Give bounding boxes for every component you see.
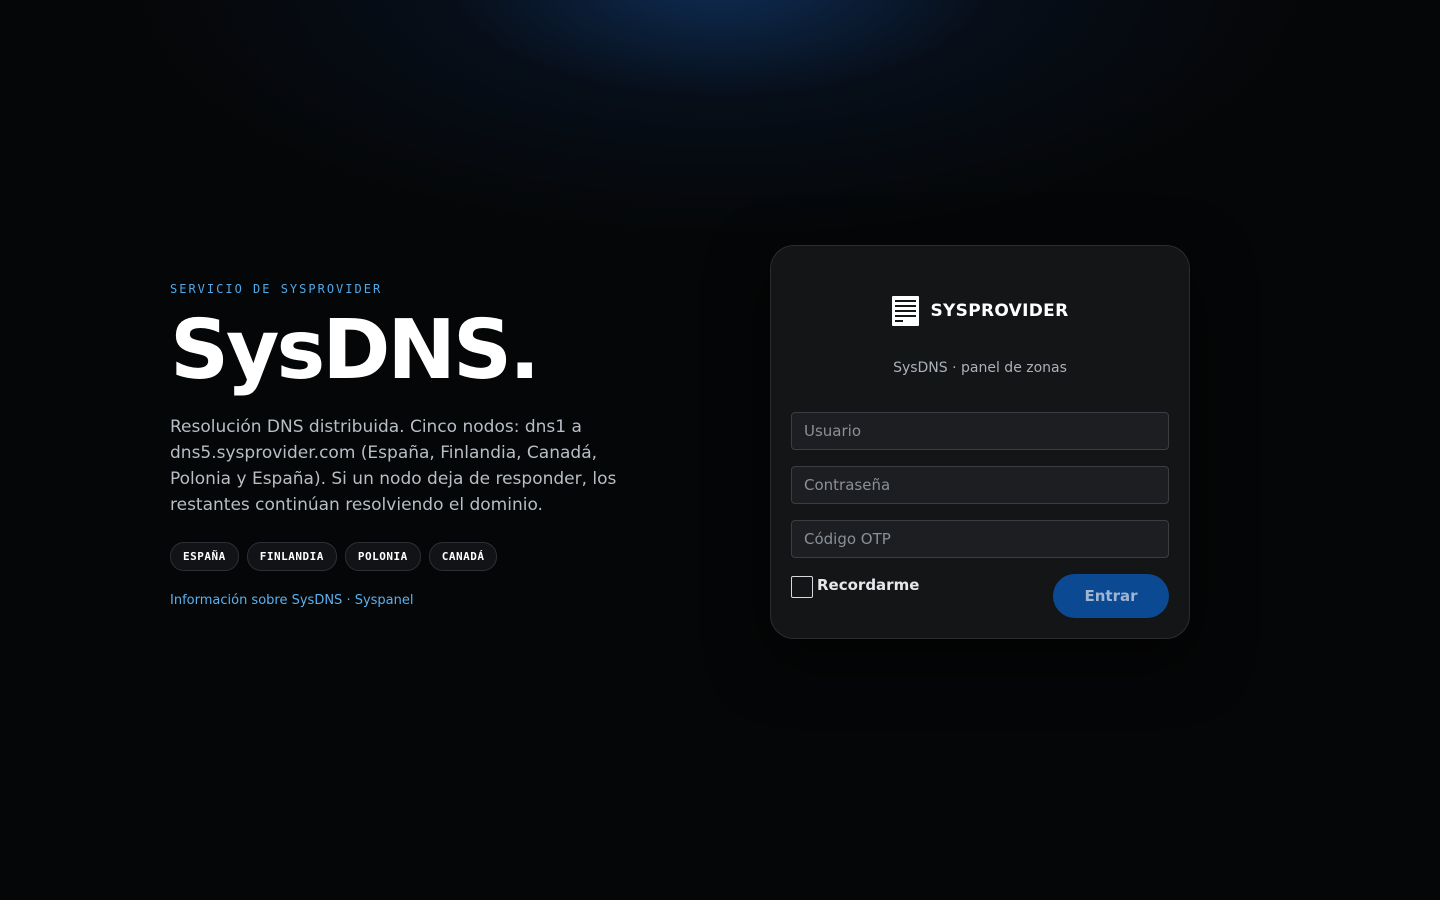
password-input[interactable] [791, 466, 1169, 504]
info-link[interactable]: Información sobre SysDNS · Syspanel [170, 593, 414, 608]
location-chips: ESPAÑA FINLANDIA POLONIA CANADÁ [170, 542, 640, 571]
server-stack-icon [891, 296, 919, 326]
login-card: SYSPROVIDER SysDNS · panel de zonas Reco… [770, 245, 1190, 639]
location-chip-canada: CANADÁ [428, 542, 498, 571]
hero-section: SERVICIO DE SYSPROVIDER SysDNS. Resoluci… [170, 280, 640, 608]
login-page: SERVICIO DE SYSPROVIDER SysDNS. Resoluci… [0, 0, 1440, 900]
page-title: SysDNS. [170, 303, 540, 398]
otp-input[interactable] [791, 520, 1169, 558]
login-button[interactable]: Entrar [1053, 574, 1169, 618]
brand-name: SYSPROVIDER [930, 301, 1069, 321]
service-description: Resolución DNS distribuida. Cinco nodos:… [170, 417, 617, 515]
brand-logo: SYSPROVIDER [771, 296, 1189, 326]
remember-label: Recordarme [817, 576, 920, 594]
panel-subtitle: SysDNS · panel de zonas [893, 360, 1067, 376]
location-chip-finland: FINLANDIA [246, 542, 337, 571]
location-chip-spain: ESPAÑA [170, 542, 239, 571]
remember-checkbox[interactable] [791, 576, 813, 598]
service-eyebrow: SERVICIO DE SYSPROVIDER [170, 282, 383, 296]
remember-me[interactable]: Recordarme [791, 576, 919, 598]
username-input[interactable] [791, 412, 1169, 450]
location-chip-poland: POLONIA [344, 542, 421, 571]
